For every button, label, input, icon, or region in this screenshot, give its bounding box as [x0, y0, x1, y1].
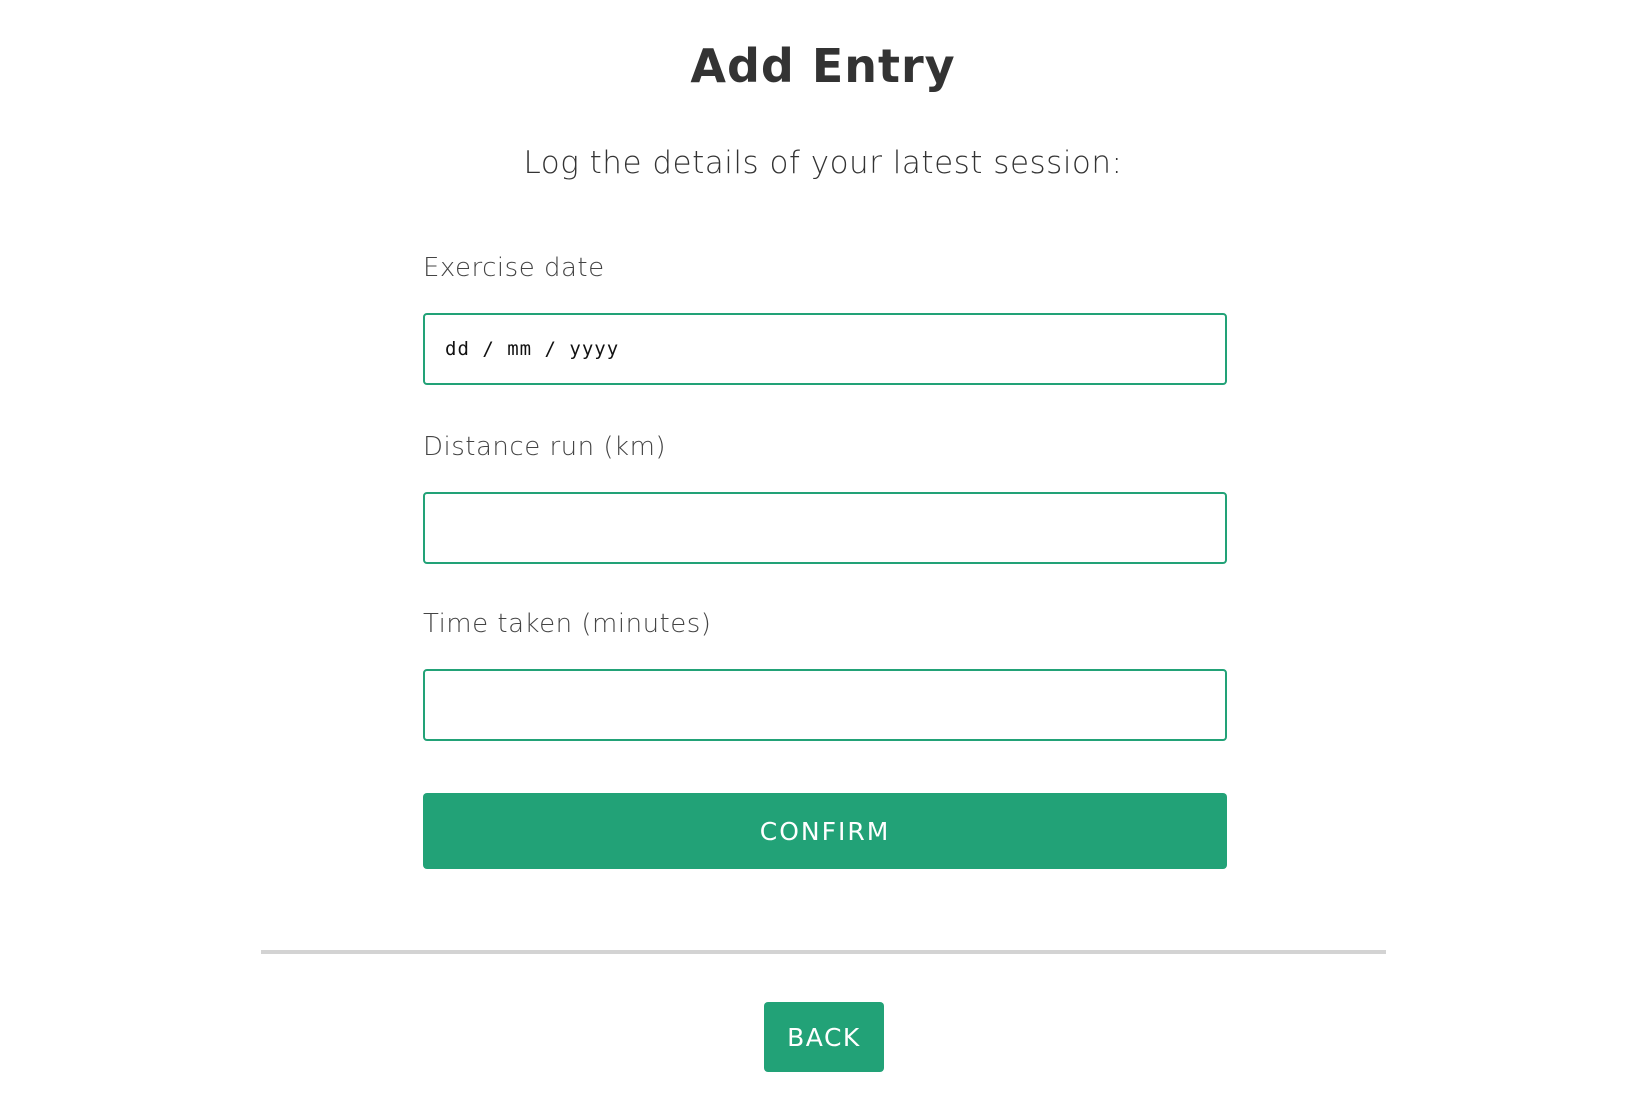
exercise-date-label: Exercise date — [423, 253, 605, 283]
time-taken-label: Time taken (minutes) — [423, 609, 712, 639]
distance-label: Distance run (km) — [423, 432, 667, 462]
back-button[interactable]: BACK — [764, 1002, 884, 1072]
confirm-button[interactable]: CONFIRM — [423, 793, 1227, 869]
exercise-date-input[interactable] — [423, 313, 1227, 385]
time-taken-input[interactable] — [423, 669, 1227, 741]
page-subtitle: Log the details of your latest session: — [523, 145, 1123, 181]
divider — [261, 950, 1386, 954]
distance-input[interactable] — [423, 492, 1227, 564]
page-title: Add Entry — [690, 39, 956, 93]
